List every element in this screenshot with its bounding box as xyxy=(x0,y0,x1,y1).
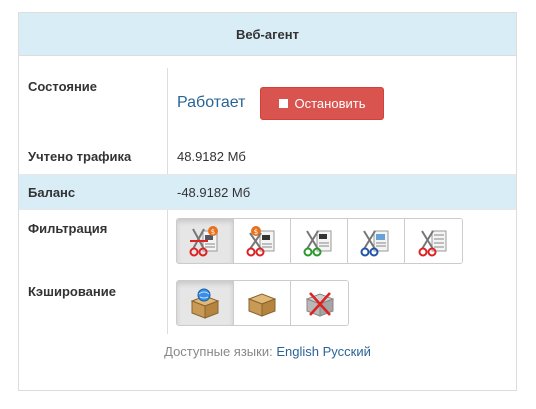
filter-mode-2-button[interactable]: $ xyxy=(234,219,291,263)
filter-mode-1-button[interactable]: $ xyxy=(177,219,234,263)
box-icon xyxy=(247,293,277,317)
languages-footer: Доступные языки: English Русский xyxy=(19,344,516,359)
status-label: Состояние xyxy=(28,79,98,94)
filter-mode-5-button[interactable] xyxy=(405,219,462,263)
status-value: Работает xyxy=(177,94,246,111)
stop-button[interactable]: Остановить xyxy=(260,87,384,120)
balance-label: Баланс xyxy=(28,185,76,200)
traffic-label: Учтено трафика xyxy=(28,149,132,164)
scissors-dollar-video-icon: $ xyxy=(246,226,275,257)
stop-icon xyxy=(278,99,288,108)
languages-label: Доступные языки: xyxy=(164,344,273,359)
scissors-image-list-icon xyxy=(360,230,389,257)
traffic-value: 48.9182 Мб xyxy=(177,149,246,164)
language-english-link[interactable]: English xyxy=(276,344,319,359)
caching-label: Кэширование xyxy=(28,284,116,299)
box-globe-icon xyxy=(190,288,220,319)
scissors-dollar-media-icon: $ xyxy=(189,226,218,257)
web-agent-panel: Веб-агент Состояние Работает Остановить … xyxy=(18,12,517,391)
cache-mode-3-button[interactable] xyxy=(291,281,348,325)
filtering-label: Фильтрация xyxy=(28,221,108,236)
filter-mode-3-button[interactable] xyxy=(291,219,348,263)
language-russian-link[interactable]: Русский xyxy=(323,344,371,359)
cache-mode-1-button[interactable] xyxy=(177,281,234,325)
caching-button-group xyxy=(176,280,349,326)
svg-text:$: $ xyxy=(254,228,258,236)
panel-title: Веб-агент xyxy=(19,13,516,56)
balance-value: -48.9182 Мб xyxy=(177,185,251,200)
balance-row: Баланс -48.9182 Мб xyxy=(19,174,516,210)
cache-mode-2-button[interactable] xyxy=(234,281,291,325)
svg-text:$: $ xyxy=(211,228,215,236)
scissors-list-icon xyxy=(418,230,446,257)
box-disabled-icon xyxy=(305,292,334,317)
scissors-video-list-icon xyxy=(303,230,332,257)
stop-button-label: Остановить xyxy=(294,96,366,111)
filtering-button-group: $ $ xyxy=(176,218,463,264)
filter-mode-4-button[interactable] xyxy=(348,219,405,263)
